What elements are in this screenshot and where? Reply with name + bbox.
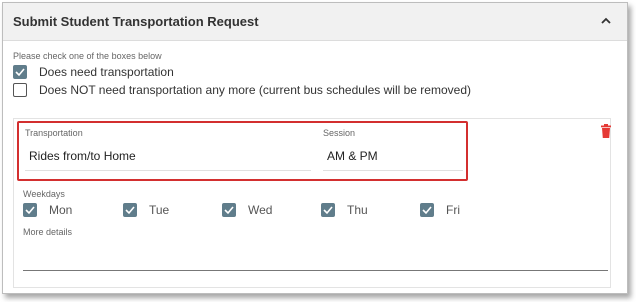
weekday-checkbox-wed[interactable]: Wed: [222, 203, 272, 217]
need-transportation-label: Does need transportation: [39, 65, 174, 79]
checkbox-checked-icon: [23, 203, 37, 217]
chevron-up-icon[interactable]: [599, 14, 613, 28]
instruction-text: Please check one of the boxes below: [13, 51, 162, 61]
checkbox-checked-icon: [222, 203, 236, 217]
checkbox-unchecked-icon: [13, 83, 27, 97]
panel-header[interactable]: Submit Student Transportation Request: [3, 3, 627, 41]
checkbox-checked-icon: [13, 65, 27, 79]
weekday-label: Mon: [49, 203, 73, 217]
session-value: AM & PM: [327, 149, 378, 163]
weekday-label: Thu: [347, 203, 368, 217]
weekday-checkbox-thu[interactable]: Thu: [321, 203, 368, 217]
weekdays-label: Weekdays: [23, 189, 65, 199]
weekday-label: Wed: [248, 203, 273, 217]
more-details-input[interactable]: [23, 237, 608, 271]
request-card: Transportation Rides from/to Home Sessio…: [13, 118, 611, 288]
weekday-checkbox-tue[interactable]: Tue: [123, 203, 169, 217]
checkbox-checked-icon: [420, 203, 434, 217]
weekday-label: Fri: [446, 203, 460, 217]
weekday-checkbox-mon[interactable]: Mon: [23, 203, 72, 217]
checkbox-checked-icon: [123, 203, 137, 217]
not-need-transportation-checkbox[interactable]: Does NOT need transportation any more (c…: [13, 83, 471, 97]
weekday-checkbox-fri[interactable]: Fri: [420, 203, 460, 217]
more-details-label: More details: [23, 227, 73, 237]
transportation-value: Rides from/to Home: [29, 149, 136, 163]
trash-icon[interactable]: [600, 124, 612, 138]
transportation-select[interactable]: Rides from/to Home: [25, 139, 311, 171]
transport-request-panel: Submit Student Transportation Request Pl…: [2, 2, 628, 294]
checkbox-checked-icon: [321, 203, 335, 217]
panel-title: Submit Student Transportation Request: [13, 14, 259, 29]
session-select[interactable]: AM & PM: [323, 139, 463, 171]
session-label: Session: [323, 128, 356, 138]
transportation-label: Transportation: [25, 128, 83, 138]
need-transportation-checkbox[interactable]: Does need transportation: [13, 65, 174, 79]
not-need-transportation-label: Does NOT need transportation any more (c…: [39, 83, 471, 97]
weekday-label: Tue: [149, 203, 170, 217]
